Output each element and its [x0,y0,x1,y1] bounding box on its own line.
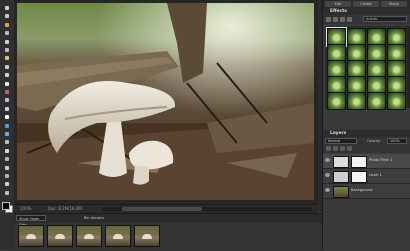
magic-wand-tool[interactable] [2,54,12,62]
document-status-bar: 100% Doc: 8.2M/16.4M [14,204,318,213]
visibility-eye-icon[interactable] [325,158,330,162]
panel-bin: Edit Create Share Effects Artistic Layer… [322,0,410,250]
opacity-input[interactable]: 100% [387,138,407,144]
project-bin-toolbar: Show Open Files Bin Actions [14,214,322,227]
layer-name: Photo Filter 1 [369,158,393,162]
effect-thumbnail[interactable] [347,92,366,110]
layer-name: Level 1 [369,173,382,177]
paint-bucket-tool[interactable] [2,138,12,146]
layer-thumbnail [333,156,349,168]
layer-row[interactable]: Background [323,184,410,199]
layer-name: Background [351,188,373,192]
layer-row[interactable]: Photo Filter 1 [323,154,410,169]
image-canvas[interactable] [17,3,314,200]
tab-share[interactable]: Share [381,1,407,7]
layer-row[interactable]: Level 1 [323,169,410,184]
opacity-label: Opacity: [367,139,381,143]
adjustment-layer-icon[interactable] [333,146,338,151]
layer-styles-icon[interactable] [333,17,338,22]
clone-stamp-tool[interactable] [2,105,12,113]
effects-toolbar: Artistic [323,15,410,24]
all-effects-icon[interactable] [347,17,352,22]
layer-mask-thumbnail [351,156,367,168]
layer-mask-thumbnail [351,171,367,183]
foreground-color-swatch[interactable] [2,202,10,210]
project-bin-thumbnail[interactable] [18,225,44,247]
effect-thumbnail[interactable] [367,92,386,110]
smart-brush-tool[interactable] [2,130,12,138]
document-horizontal-scrollbar[interactable] [102,207,312,211]
scrollbar-thumb[interactable] [122,207,202,211]
move-tool[interactable] [2,4,12,12]
project-bin: Show Open Files Bin Actions [14,213,322,251]
red-eye-tool[interactable] [2,88,12,96]
bin-actions-menu[interactable]: Bin Actions [84,216,104,220]
mode-tabs: Edit Create Share [323,0,410,8]
mushroom-photo [17,3,314,200]
show-files-dropdown[interactable]: Show Open Files [16,215,46,227]
project-bin-thumbnail[interactable] [47,225,73,247]
custom-shape-tool[interactable] [2,189,12,197]
zoom-tool[interactable] [2,12,12,20]
pencil-tool[interactable] [2,180,12,188]
project-bin-thumbnail[interactable] [105,225,131,247]
quick-selection-tool[interactable] [2,63,12,71]
effects-grid [325,26,409,110]
crop-tool[interactable] [2,71,12,79]
brush-tool[interactable] [2,122,12,130]
effects-panel-header[interactable]: Effects [323,8,410,15]
project-bin-thumbnail[interactable] [76,225,102,247]
layers-panel-header[interactable]: Layers [323,130,410,137]
layers-empty-area [323,199,410,250]
eraser-tool[interactable] [2,113,12,121]
project-bin-thumbnail[interactable] [134,225,160,247]
sponge-tool[interactable] [2,172,12,180]
document-info: Doc: 8.2M/16.4M [48,206,82,211]
blur-tool[interactable] [2,164,12,172]
effect-thumbnail[interactable] [387,92,406,110]
delete-layer-icon[interactable] [340,146,345,151]
zoom-level[interactable]: 100% [20,206,31,211]
tab-create[interactable]: Create [353,1,379,7]
lasso-tool[interactable] [2,46,12,54]
filters-icon[interactable] [326,17,331,22]
visibility-eye-icon[interactable] [325,188,330,192]
new-layer-icon[interactable] [326,146,331,151]
healing-brush-tool[interactable] [2,96,12,104]
photo-effects-icon[interactable] [340,17,345,22]
layer-thumbnail [333,171,349,183]
blend-mode-dropdown[interactable]: Normal [325,138,357,144]
type-tool[interactable] [2,80,12,88]
effects-category-dropdown[interactable]: Artistic [363,16,407,22]
hand-tool[interactable] [2,21,12,29]
document-window [14,0,318,204]
layers-toolbar: Normal Opacity: 100% [323,137,410,153]
eyedropper-tool[interactable] [2,29,12,37]
shape-tool[interactable] [2,155,12,163]
lock-icon[interactable] [347,146,352,151]
layers-panel-title: Layers [330,131,347,136]
effect-thumbnail[interactable] [327,92,346,110]
layer-thumbnail [333,186,349,198]
gradient-tool[interactable] [2,147,12,155]
visibility-eye-icon[interactable] [325,173,330,177]
marquee-tool[interactable] [2,38,12,46]
tab-edit[interactable]: Edit [325,1,351,7]
effects-panel-title: Effects [330,9,347,14]
